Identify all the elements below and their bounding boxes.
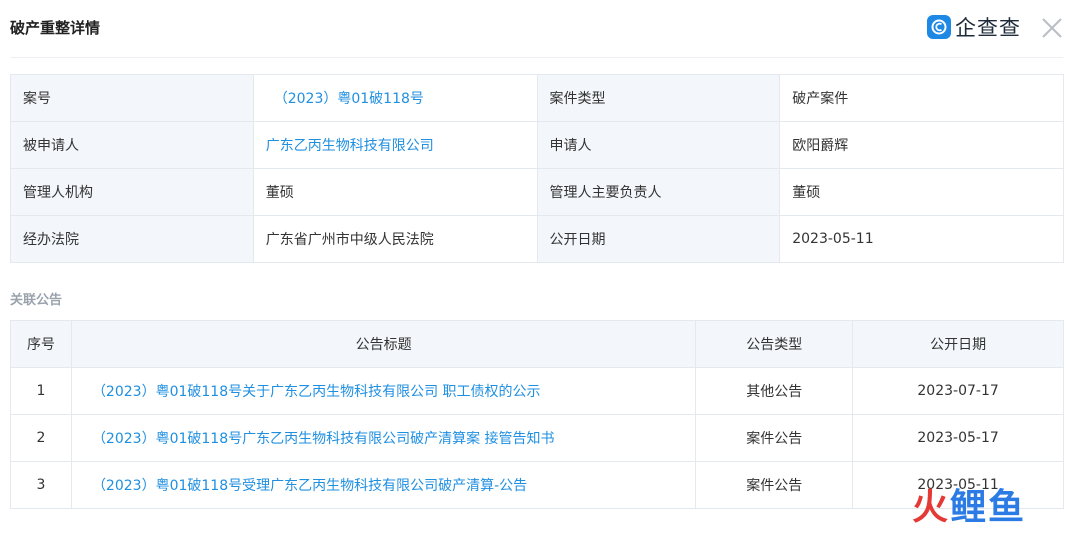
info-label: 公开日期 [536, 215, 781, 263]
info-value: 破产案件 [779, 74, 1064, 122]
column-header-title: 公告标题 [70, 320, 697, 368]
qichacha-logo-icon [927, 15, 951, 39]
info-row: 被申请人 广东乙丙生物科技有限公司 申请人 欧阳爵辉 [10, 121, 1064, 169]
close-icon [1042, 18, 1062, 38]
brand: 企查查 [927, 12, 1021, 42]
table-row: 2 （2023）粤01破118号广东乙丙生物科技有限公司破产清算案 接管告知书 案件… [10, 414, 1064, 462]
announcement-type: 案件公告 [695, 414, 854, 462]
announcement-date: 2023-07-17 [852, 367, 1064, 415]
announcement-title: （2023）粤01破118号广东乙丙生物科技有限公司破产清算案 接管告知书 [70, 414, 697, 462]
announcement-title: （2023）粤01破118号受理广东乙丙生物科技有限公司破产清算-公告 [70, 461, 697, 509]
info-value: 董硕 [252, 168, 538, 216]
announcement-date: 2023-05-17 [852, 414, 1064, 462]
info-value: （2023）粤01破118号 [252, 74, 538, 122]
column-header-no: 序号 [10, 320, 72, 368]
dialog-title: 破产重整详情 [10, 19, 101, 37]
info-label: 案号 [10, 74, 254, 122]
column-header-date: 公开日期 [852, 320, 1064, 368]
related-section-title: 关联公告 [10, 293, 63, 308]
info-value: 广东乙丙生物科技有限公司 [252, 121, 538, 169]
case-info-table: 案号 （2023）粤01破118号 案件类型 破产案件 被申请人 广东乙丙生物科技有限公司… [10, 74, 1064, 263]
info-label: 申请人 [536, 121, 781, 169]
announcement-type: 其他公告 [695, 367, 854, 415]
announcement-title: （2023）粤01破118号关于广东乙丙生物科技有限公司 职工债权的公示 [70, 367, 697, 415]
info-value: 2023-05-11 [779, 215, 1064, 263]
announcement-title-link[interactable]: （2023）粤01破118号关于广东乙丙生物科技有限公司 职工债权的公示 [92, 384, 541, 400]
column-header-type: 公告类型 [695, 320, 854, 368]
watermark-text-2: 鲤鱼 [950, 487, 1027, 528]
info-row: 管理人机构 董硕 管理人主要负责人 董硕 [10, 168, 1064, 216]
dialog-header: 破产重整详情 企查查 [0, 0, 1080, 56]
watermark-text-1: 火 [912, 487, 951, 528]
row-number: 2 [10, 414, 72, 462]
info-value-link[interactable]: （2023）粤01破118号 [274, 91, 424, 107]
announcement-title-link[interactable]: （2023）粤01破118号广东乙丙生物科技有限公司破产清算案 接管告知书 [92, 431, 555, 447]
close-button[interactable] [1038, 14, 1066, 42]
row-number: 1 [10, 367, 72, 415]
announcement-type: 案件公告 [695, 461, 854, 509]
info-row: 案号 （2023）粤01破118号 案件类型 破产案件 [10, 74, 1064, 122]
info-value: 欧阳爵辉 [779, 121, 1064, 169]
info-label: 管理人机构 [10, 168, 254, 216]
brand-name: 企查查 [955, 16, 1021, 40]
watermark-logo: 火鲤鱼 [912, 490, 1026, 526]
info-label: 案件类型 [536, 74, 781, 122]
announcement-title-link[interactable]: （2023）粤01破118号受理广东乙丙生物科技有限公司破产清算-公告 [92, 478, 527, 494]
row-number: 3 [10, 461, 72, 509]
info-value-link[interactable]: 广东乙丙生物科技有限公司 [266, 138, 434, 154]
info-label: 被申请人 [10, 121, 254, 169]
header-divider [10, 57, 1063, 58]
table-header-row: 序号 公告标题 公告类型 公开日期 [10, 320, 1064, 368]
announcement-table: 序号 公告标题 公告类型 公开日期 1 （2023）粤01破118号关于广东乙丙生… [10, 320, 1064, 509]
info-row: 经办法院 广东省广州市中级人民法院 公开日期 2023-05-11 [10, 215, 1064, 263]
table-row: 3 （2023）粤01破118号受理广东乙丙生物科技有限公司破产清算-公告 案件公告… [10, 461, 1064, 509]
table-row: 1 （2023）粤01破118号关于广东乙丙生物科技有限公司 职工债权的公示 其他公… [10, 367, 1064, 415]
info-label: 管理人主要负责人 [536, 168, 781, 216]
info-value: 广东省广州市中级人民法院 [252, 215, 538, 263]
info-label: 经办法院 [10, 215, 254, 263]
info-value: 董硕 [779, 168, 1064, 216]
